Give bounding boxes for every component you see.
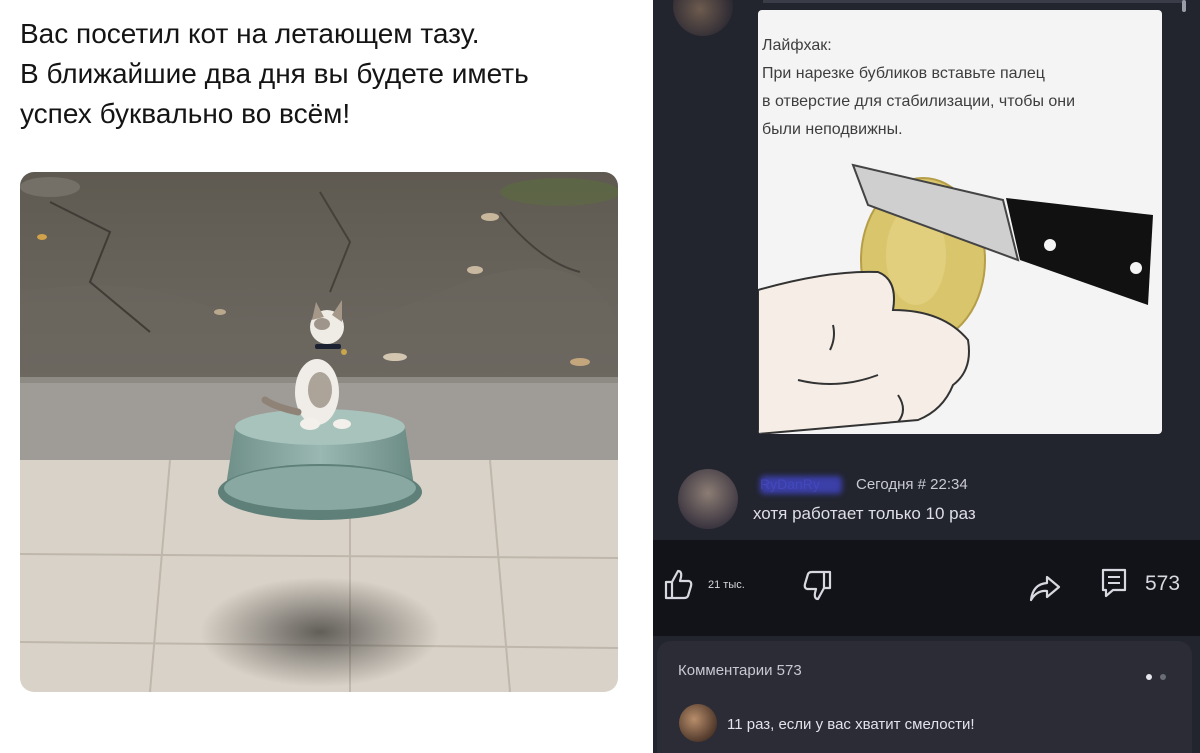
pager-dots [1142,667,1166,685]
meme-caption-line-1: Лайфхак: [762,37,832,54]
action-bar: 21 тыс. 573 [653,540,1200,636]
comments-title: Комментарии 573 [678,662,802,679]
comment-time: Сегодня # 22:34 [856,476,968,493]
commenter-avatar[interactable] [678,469,738,529]
share-icon[interactable] [1029,574,1061,607]
meme-caption-line-3: в отверстие для стабилизации, чтобы они [762,93,1076,110]
commenter-name[interactable]: RyDanRy [760,476,820,492]
post-line-1: Вас посетил кот на летающем тазу. [20,18,480,49]
post-text: Вас посетил кот на летающем тазу. В ближ… [20,14,630,134]
comment-item: RyDanRy Сегодня # 22:34 хотя работает то… [678,466,1188,536]
pager-dot [1160,674,1166,680]
comments-icon[interactable] [1100,567,1128,604]
comment-screenshot-panel: Лайфхак: При нарезке бубликов вставьте п… [653,0,1200,753]
post-panel: Вас посетил кот на летающем тазу. В ближ… [0,0,650,753]
post-line-2: В ближайшие два дня вы будете иметь [20,58,529,89]
meme-caption: Лайфхак: При нарезке бубликов вставьте п… [762,32,1158,144]
meme-caption-line-4: были неподвижны. [762,121,903,138]
preview-commenter-avatar[interactable] [679,704,717,742]
comments-count[interactable]: 573 [1145,572,1180,596]
pager-dot-active [1145,674,1152,680]
preview-comment-text: 11 раз, если у вас хватит смелости! [727,716,975,733]
dislike-icon[interactable] [803,570,833,607]
top-divider [763,0,1183,3]
likes-count: 21 тыс. [708,579,745,591]
knife-bagel-illustration [758,163,1153,434]
comment-text: хотя работает только 10 раз [753,504,976,523]
comments-section[interactable]: Комментарии 573 11 раз, если у вас хвати… [657,641,1192,753]
like-icon[interactable] [663,568,693,605]
top-avatar[interactable] [673,0,733,36]
meme-caption-line-2: При нарезке бубликов вставьте палец [762,65,1045,82]
post-line-3: успех буквально во всём! [20,98,351,129]
scrollbar[interactable] [1182,0,1186,12]
meme-image[interactable]: Лайфхак: При нарезке бубликов вставьте п… [758,10,1162,434]
cat-on-basin-photo[interactable] [20,172,618,692]
